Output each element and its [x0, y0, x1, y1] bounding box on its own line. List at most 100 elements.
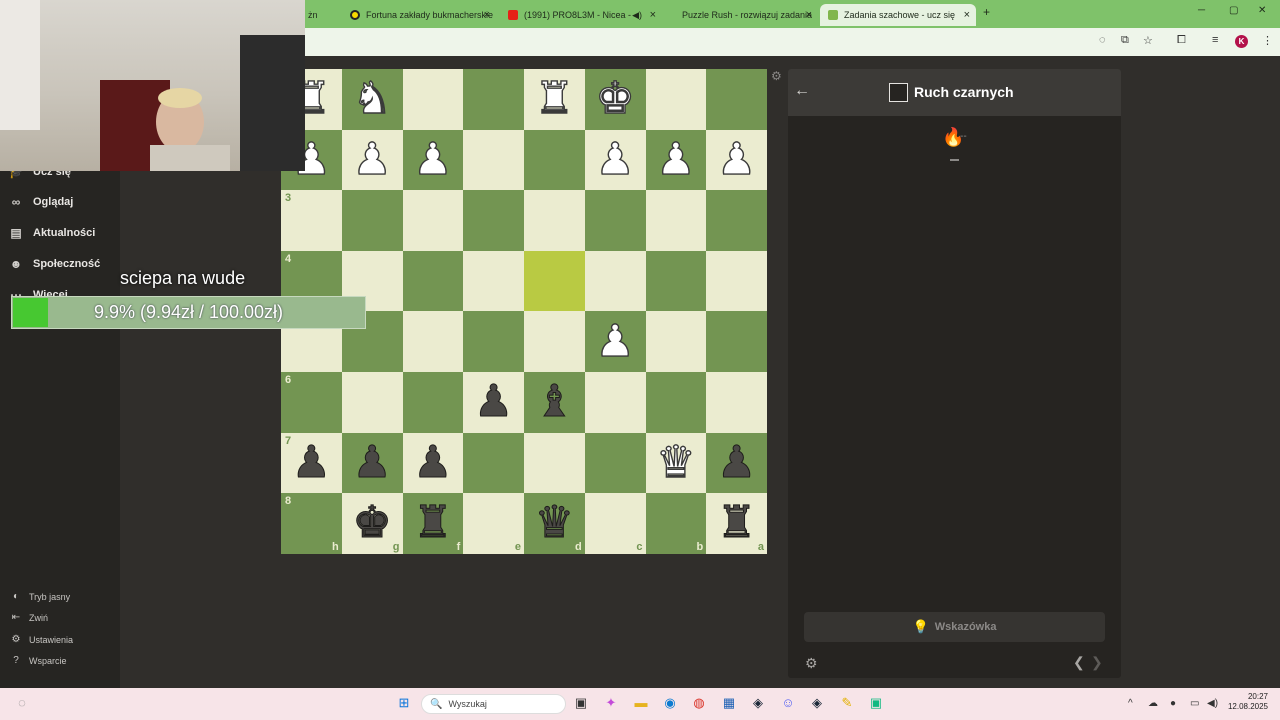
square-c1[interactable]: ♚	[584, 69, 646, 130]
square-e7[interactable]	[463, 432, 524, 494]
square-f5[interactable]	[402, 311, 464, 372]
square-e2[interactable]	[463, 129, 524, 191]
square-a7[interactable]: ♟	[706, 432, 767, 494]
sidebar-item-news[interactable]: ▤ Aktualności	[8, 226, 95, 240]
square-e3[interactable]	[463, 190, 524, 251]
close-window-icon[interactable]: ✕	[1258, 5, 1266, 16]
tab-close-icon[interactable]: ×	[964, 9, 970, 21]
back-arrow-icon[interactable]: ←	[794, 82, 810, 100]
board-settings-gear-icon[interactable]: ⚙	[771, 69, 782, 83]
profile-avatar[interactable]: K	[1235, 35, 1248, 48]
tab-fortuna[interactable]: Fortuna zakłady bukmacherskie ×	[328, 4, 496, 26]
square-d3[interactable]	[524, 190, 585, 251]
hint-button[interactable]: 💡 Wskazówka	[804, 612, 1105, 642]
square-d5[interactable]	[524, 311, 585, 372]
black-pawn-icon[interactable]: ♟	[716, 440, 756, 485]
white-queen-icon[interactable]: ♛	[655, 440, 696, 485]
sidebar-item-community[interactable]: ☻ Społeczność	[8, 257, 101, 271]
white-rook-icon[interactable]: ♜	[534, 76, 575, 121]
black-pawn-icon[interactable]: ♟	[413, 440, 453, 485]
black-queen-icon[interactable]: ♛	[534, 500, 574, 545]
square-e1[interactable]	[463, 69, 524, 130]
square-d4[interactable]	[524, 250, 585, 312]
white-pawn-icon[interactable]: ♟	[352, 137, 393, 182]
square-a1[interactable]	[706, 69, 767, 130]
microphone-icon[interactable]: ●	[1170, 698, 1176, 709]
square-a6[interactable]	[706, 371, 767, 433]
black-rook-icon[interactable]: ♜	[716, 500, 756, 545]
maximize-icon[interactable]: ▢	[1229, 5, 1238, 16]
discord-icon[interactable]: ☺	[779, 694, 797, 712]
square-d6[interactable]: ♝	[524, 371, 585, 433]
square-a5[interactable]	[706, 311, 767, 372]
extensions-icon[interactable]: ⧠	[1177, 34, 1186, 47]
square-b8[interactable]: b	[645, 493, 707, 554]
square-g3[interactable]	[341, 190, 403, 251]
square-d1[interactable]: ♜	[524, 69, 585, 130]
panel-settings-gear-icon[interactable]: ⚙	[805, 655, 818, 672]
new-tab-button[interactable]: +	[983, 5, 990, 19]
black-pawn-icon[interactable]: ♟	[291, 440, 331, 485]
sidebar-item-watch[interactable]: ∞ Oglądaj	[8, 195, 74, 209]
square-a3[interactable]	[706, 190, 767, 251]
media-control-icon[interactable]: ≡	[1212, 34, 1218, 46]
file-explorer-icon[interactable]: ▬	[632, 694, 650, 712]
square-b1[interactable]	[645, 69, 707, 130]
obs-icon[interactable]: ✎	[838, 694, 856, 712]
tray-chevron-icon[interactable]: ^	[1128, 698, 1133, 709]
taskbar-clock[interactable]: 20:27 12.08.2025	[1224, 692, 1268, 712]
square-c6[interactable]	[584, 371, 646, 433]
square-h7[interactable]: 7 ♟	[281, 432, 342, 494]
tab-close-icon[interactable]: ×	[806, 9, 812, 21]
white-pawn-icon[interactable]: ♟	[412, 137, 453, 182]
square-h6[interactable]: 6	[281, 371, 342, 433]
white-pawn-icon[interactable]: ♟	[716, 137, 757, 182]
windows-start-icon[interactable]: ⊞	[395, 694, 413, 712]
tab-puzzle-rush[interactable]: Puzzle Rush - rozwiązuj zadania ×	[662, 4, 818, 26]
black-bishop-icon[interactable]: ♝	[534, 379, 574, 424]
square-d2[interactable]	[524, 129, 585, 191]
square-g7[interactable]: ♟	[341, 432, 403, 494]
square-f2[interactable]: ♟	[402, 129, 464, 191]
white-pawn-icon[interactable]: ♟	[595, 137, 636, 182]
square-c5[interactable]: ♟	[584, 311, 646, 372]
square-f7[interactable]: ♟	[402, 432, 464, 494]
store-icon[interactable]: ▦	[720, 694, 738, 712]
square-e6[interactable]: ♟	[463, 371, 524, 433]
square-e8[interactable]: e	[463, 493, 524, 554]
square-b5[interactable]	[645, 311, 707, 372]
square-b7[interactable]: ♛	[645, 432, 707, 494]
square-c2[interactable]: ♟	[584, 129, 646, 191]
steam-icon[interactable]: ◈	[749, 694, 767, 712]
light-mode-toggle[interactable]: ◐ Tryb jasny	[9, 591, 70, 602]
black-pawn-icon[interactable]: ♟	[473, 379, 513, 424]
tab-chess-puzzles[interactable]: Zadania szachowe - ucz się ×	[820, 4, 976, 26]
square-f1[interactable]	[402, 69, 464, 130]
collapse-sidebar-button[interactable]: ⇤ Zwiń	[9, 612, 48, 623]
square-g2[interactable]: ♟	[341, 129, 403, 191]
tab-partial[interactable]: żn	[306, 4, 320, 26]
square-e4[interactable]	[463, 250, 524, 312]
white-pawn-icon[interactable]: ♟	[655, 137, 696, 182]
app-icon[interactable]: ▣	[867, 694, 885, 712]
task-view-icon[interactable]: ▣	[572, 694, 590, 712]
square-g1[interactable]: ♞	[341, 69, 403, 130]
white-pawn-icon[interactable]: ♟	[595, 318, 636, 363]
white-king-icon[interactable]: ♚	[595, 76, 636, 121]
square-f3[interactable]	[402, 190, 464, 251]
copilot-icon[interactable]: ✦	[602, 694, 620, 712]
square-f8[interactable]: f ♜	[402, 493, 464, 554]
tab-close-icon[interactable]: ×	[650, 9, 656, 21]
square-d7[interactable]	[524, 432, 585, 494]
eye-off-icon[interactable]: ◌	[1099, 34, 1106, 46]
minimize-icon[interactable]: ─	[1198, 5, 1205, 16]
square-a8[interactable]: a ♜	[706, 493, 767, 554]
square-c3[interactable]	[584, 190, 646, 251]
black-rook-icon[interactable]: ♜	[413, 500, 453, 545]
square-b3[interactable]	[645, 190, 707, 251]
square-c4[interactable]	[584, 250, 646, 312]
square-g8[interactable]: g ♚	[341, 493, 403, 554]
tab-close-icon[interactable]: ×	[484, 9, 490, 21]
next-move-chevron-icon[interactable]: ❯	[1091, 654, 1103, 671]
volume-icon[interactable]: ◀)	[1207, 698, 1218, 709]
